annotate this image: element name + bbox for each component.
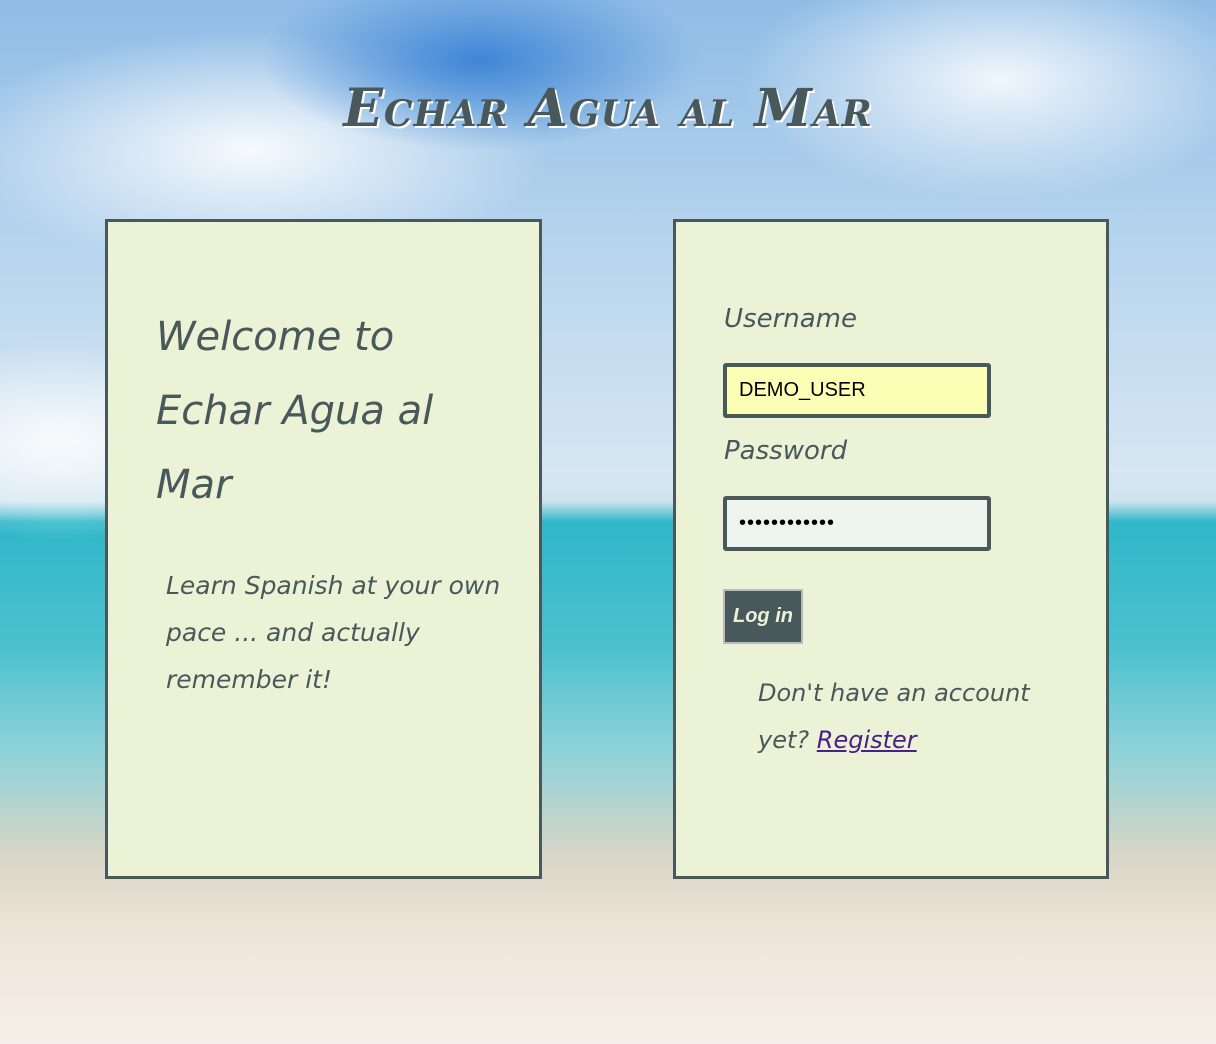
login-button[interactable]: Log in <box>723 589 803 644</box>
username-input[interactable] <box>723 363 991 418</box>
password-input[interactable]: •••••••••••• <box>723 496 991 551</box>
register-prompt: Don't have an account yet? Register <box>758 670 1058 764</box>
welcome-heading: Welcome to Echar Agua al Mar <box>156 314 434 508</box>
welcome-card: Welcome to Echar Agua al Mar Learn Spani… <box>105 219 542 879</box>
register-link[interactable]: Register <box>817 726 917 754</box>
tagline: Learn Spanish at your own pace ... and a… <box>166 571 501 694</box>
app-title: Echar Agua al Mar <box>343 78 873 139</box>
username-label: Username <box>724 304 857 334</box>
login-card: Username Password •••••••••••• Log in Do… <box>673 219 1109 879</box>
password-label: Password <box>724 436 848 466</box>
